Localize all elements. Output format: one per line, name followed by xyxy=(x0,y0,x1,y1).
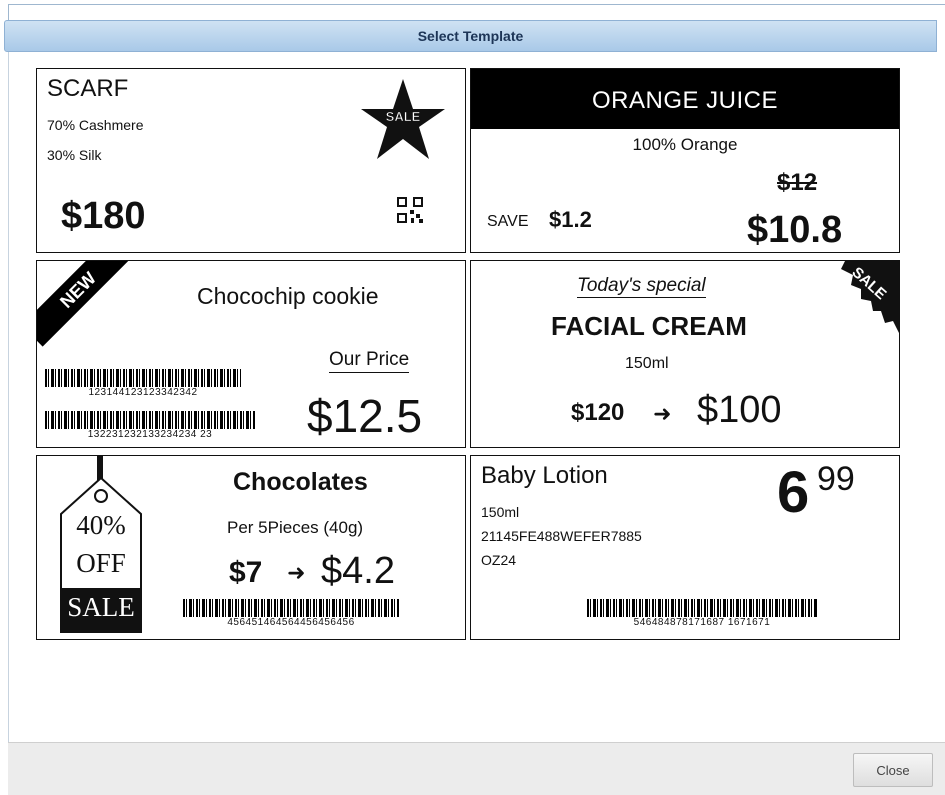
ribbon-label: NEW xyxy=(55,267,100,312)
chocolates-barcode-number: 456451464564456456456 xyxy=(227,617,355,628)
chocolates-title: Chocolates xyxy=(233,468,368,496)
price-tag-icon: 40% OFF SALE xyxy=(51,456,151,636)
lotion-title: Baby Lotion xyxy=(481,462,608,489)
chocolates-barcode xyxy=(183,599,399,617)
save-label: SAVE xyxy=(487,213,529,230)
todays-special: Today's special xyxy=(577,275,706,298)
orange-old-price: $12 xyxy=(777,169,818,196)
arrow-icon: ➜ xyxy=(287,560,306,585)
cookie-price: $12.5 xyxy=(307,390,423,442)
template-card-chocochip-cookie[interactable]: NEW Chocochip cookie Our Price $12.5 123… xyxy=(36,260,466,448)
lotion-price-cents: 99 xyxy=(817,460,855,498)
dialog-border xyxy=(8,52,9,742)
lotion-barcode-number: 546484878171687 1671671 xyxy=(633,617,771,628)
barcode-2-number: 132231232133234234 23 xyxy=(87,429,213,440)
lotion-barcode xyxy=(587,599,817,617)
tag-sale: SALE xyxy=(67,592,135,622)
template-card-baby-lotion[interactable]: Baby Lotion 150ml 21145FE488WEFER7885 OZ… xyxy=(470,455,900,640)
scarf-material-2: 30% Silk xyxy=(47,147,102,163)
barcode-1-number: 123144123123342342 xyxy=(88,387,198,398)
tag-off: OFF xyxy=(76,548,126,578)
orange-title: ORANGE JUICE xyxy=(591,87,779,114)
orange-desc: 100% Orange xyxy=(632,135,738,154)
save-amount: $1.2 xyxy=(549,207,592,232)
scarf-title: SCARF xyxy=(47,75,129,102)
dialog-footer: Close xyxy=(8,742,945,795)
template-card-scarf[interactable]: SCARF 70% Cashmere 30% Silk $180 SALE xyxy=(36,68,466,253)
lotion-line-3: OZ24 xyxy=(481,552,517,568)
barcode-2 xyxy=(45,411,255,429)
template-card-orange-juice[interactable]: ORANGE JUICE 100% Orange $12 SAVE $1.2 $… xyxy=(470,68,900,253)
new-ribbon: NEW xyxy=(37,261,135,347)
template-card-facial-cream[interactable]: Today's special FACIAL CREAM 150ml $120 … xyxy=(470,260,900,448)
lotion-line-1: 150ml xyxy=(481,504,520,520)
scarf-price: $180 xyxy=(61,195,146,237)
lotion-price-main: 6 xyxy=(777,460,810,525)
orange-price: $10.8 xyxy=(747,209,843,251)
cream-title: FACIAL CREAM xyxy=(551,311,747,341)
sale-star-icon: SALE xyxy=(359,77,447,161)
qr-code-icon xyxy=(397,197,423,223)
cream-old-price: $120 xyxy=(571,399,625,426)
tag-percent: 40% xyxy=(76,510,126,540)
barcode-1 xyxy=(45,369,241,387)
chocolates-desc: Per 5Pieces (40g) xyxy=(227,518,364,537)
scarf-material-1: 70% Cashmere xyxy=(47,117,144,133)
cookie-title: Chocochip cookie xyxy=(197,283,379,309)
dialog-title: Select Template xyxy=(4,20,937,52)
template-card-chocolates[interactable]: 40% OFF SALE Chocolates Per 5Pieces (40g… xyxy=(36,455,466,640)
sale-corner-badge: SALE xyxy=(821,261,899,335)
chocolates-old-price: $7 xyxy=(229,556,263,589)
cream-volume: 150ml xyxy=(625,355,669,372)
arrow-icon: ➜ xyxy=(653,401,672,426)
chocolates-price: $4.2 xyxy=(321,550,395,592)
our-price-label: Our Price xyxy=(329,349,410,373)
star-label: SALE xyxy=(385,109,421,125)
lotion-line-2: 21145FE488WEFER7885 xyxy=(481,528,642,544)
close-button[interactable]: Close xyxy=(853,753,933,787)
cream-price: $100 xyxy=(697,389,782,431)
